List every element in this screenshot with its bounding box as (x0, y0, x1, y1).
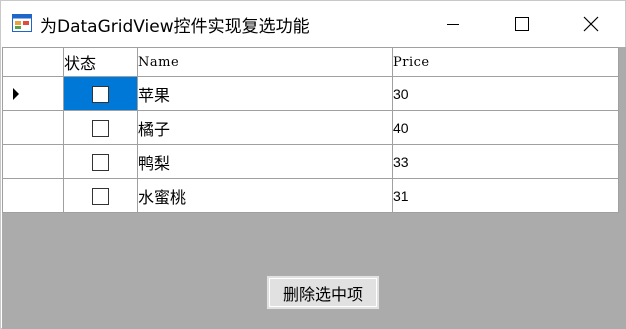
column-header-name[interactable]: Name (137, 47, 393, 77)
row-header[interactable] (2, 144, 64, 179)
delete-selected-label: 删除选中项 (282, 284, 363, 304)
delete-selected-button[interactable]: 删除选中项 (266, 275, 380, 310)
table-row[interactable]: 苹果 30 (2, 76, 619, 111)
close-icon (583, 16, 599, 32)
name-cell[interactable]: 苹果 (137, 76, 393, 111)
price-cell[interactable]: 33 (392, 144, 619, 179)
minimize-icon (447, 24, 459, 25)
app-form-icon (12, 14, 32, 32)
state-cell[interactable] (63, 144, 138, 179)
row-checkbox[interactable] (92, 188, 109, 205)
name-cell[interactable]: 橘子 (137, 110, 393, 145)
current-row-arrow-icon (13, 88, 19, 100)
row-checkbox[interactable] (92, 120, 109, 137)
row-checkbox[interactable] (92, 154, 109, 171)
state-cell-selected[interactable] (63, 76, 138, 111)
maximize-icon (515, 17, 529, 31)
form-client-area: 状态 Name Price 苹果 30 橘子 40 鸭梨 33 水蜜桃 31 删… (2, 47, 626, 329)
state-cell[interactable] (63, 178, 138, 213)
name-cell[interactable]: 水蜜桃 (137, 178, 393, 213)
close-button[interactable] (568, 1, 614, 47)
window-title: 为DataGridView控件实现复选功能 (40, 17, 310, 37)
row-header[interactable] (2, 178, 64, 213)
minimize-button[interactable] (430, 1, 476, 47)
name-cell[interactable]: 鸭梨 (137, 144, 393, 179)
column-header-price[interactable]: Price (392, 47, 619, 77)
price-cell[interactable]: 31 (392, 178, 619, 213)
price-cell[interactable]: 30 (392, 76, 619, 111)
row-header-current[interactable] (2, 76, 64, 111)
title-bar[interactable]: 为DataGridView控件实现复选功能 (1, 1, 625, 47)
maximize-button[interactable] (499, 1, 545, 47)
grid-header-row: 状态 Name Price (2, 47, 619, 77)
row-header[interactable] (2, 110, 64, 145)
main-window: 为DataGridView控件实现复选功能 状态 Name Price 苹果 3… (0, 0, 626, 329)
row-checkbox[interactable] (92, 86, 109, 103)
top-left-header-cell[interactable] (2, 47, 64, 77)
table-row[interactable]: 水蜜桃 31 (2, 178, 619, 213)
column-header-state[interactable]: 状态 (63, 47, 138, 77)
data-grid-view[interactable]: 状态 Name Price 苹果 30 橘子 40 鸭梨 33 水蜜桃 31 (2, 47, 619, 213)
state-cell[interactable] (63, 110, 138, 145)
table-row[interactable]: 鸭梨 33 (2, 144, 619, 179)
table-row[interactable]: 橘子 40 (2, 110, 619, 145)
price-cell[interactable]: 40 (392, 110, 619, 145)
